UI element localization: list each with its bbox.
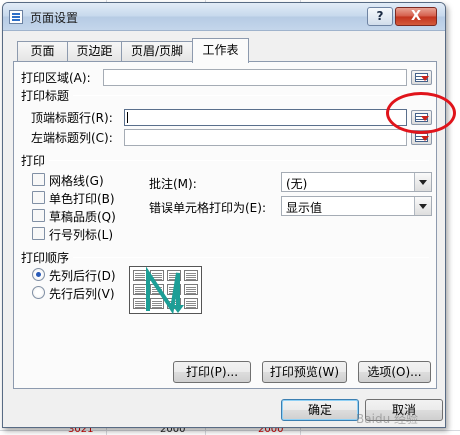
text-caret [127, 112, 128, 123]
cell-errors-select-value: 显示值 [286, 201, 323, 215]
chevron-down-icon[interactable] [414, 197, 431, 215]
tab-margins[interactable]: 页边距 [67, 41, 122, 62]
options-button[interactable]: 选项(O)... [358, 361, 431, 383]
row-col-headings-checkbox[interactable] [32, 227, 45, 240]
gridlines-checkbox[interactable] [32, 173, 45, 186]
print-preview-button[interactable]: 打印预览(W) [262, 361, 347, 383]
tab-header-footer[interactable]: 页眉/页脚 [121, 41, 193, 62]
tab-sheet[interactable]: 工作表 [192, 38, 249, 63]
watermark: Baidu 经验 [356, 412, 418, 426]
page-order-heading: 打印顺序 [21, 251, 70, 265]
over-then-down-radio[interactable] [32, 286, 45, 299]
comments-select[interactable]: (无) [281, 172, 432, 192]
title-columns-input[interactable] [124, 129, 407, 146]
dialog-app-icon [9, 10, 23, 24]
title-rows-input[interactable] [124, 109, 407, 126]
close-button[interactable]: X [395, 7, 437, 26]
down-then-over-radio[interactable] [32, 268, 45, 281]
help-icon: ? [376, 9, 384, 23]
highlight-ring-annotation [386, 92, 456, 134]
dialog-title: 页面设置 [30, 11, 79, 25]
print-titles-divider [73, 95, 429, 96]
gridlines-label[interactable]: 网格线(G) [49, 172, 104, 189]
title-bar[interactable]: 页面设置 ? X [3, 3, 445, 31]
ok-button[interactable]: 确定 [281, 399, 359, 421]
cell-errors-select[interactable]: 显示值 [281, 196, 432, 216]
comments-label: 批注(M): [149, 177, 197, 191]
cell-errors-label: 错误单元格打印为(E): [149, 201, 266, 215]
print-titles-heading: 打印标题 [21, 89, 70, 103]
print-area-input[interactable] [103, 69, 407, 86]
close-icon: X [410, 9, 422, 24]
draft-quality-checkbox[interactable] [32, 209, 45, 222]
title-rows-label: 顶端标题行(R): [31, 111, 113, 125]
chevron-down-icon[interactable] [414, 173, 431, 191]
tab-page[interactable]: 页面 [17, 41, 68, 62]
comments-select-value: (无) [286, 177, 308, 191]
print-heading: 打印 [21, 154, 46, 168]
black-and-white-label[interactable]: 单色打印(B) [49, 190, 115, 207]
print-divider [49, 160, 429, 161]
down-then-over-label[interactable]: 先列后行(D) [49, 267, 116, 284]
page-order-divider [73, 257, 429, 258]
row-col-headings-label[interactable]: 行号列标(L) [49, 226, 113, 243]
page-order-arrow-icon [146, 267, 184, 315]
print-button[interactable]: 打印(P)... [173, 361, 251, 383]
help-button[interactable]: ? [367, 7, 393, 26]
black-and-white-checkbox[interactable] [32, 191, 45, 204]
page-order-preview [129, 266, 202, 315]
over-then-down-label[interactable]: 先行后列(V) [49, 285, 115, 302]
title-columns-label: 左端标题列(C): [31, 131, 113, 145]
print-area-label: 打印区域(A): [21, 71, 91, 85]
draft-quality-label[interactable]: 草稿品质(Q) [49, 208, 116, 225]
print-area-collapse-button[interactable] [411, 70, 432, 85]
page-setup-dialog: 页面设置 ? X 页面 页边距 页眉/页脚 工作表 打印区域(A): 打印标题 … [2, 2, 446, 428]
